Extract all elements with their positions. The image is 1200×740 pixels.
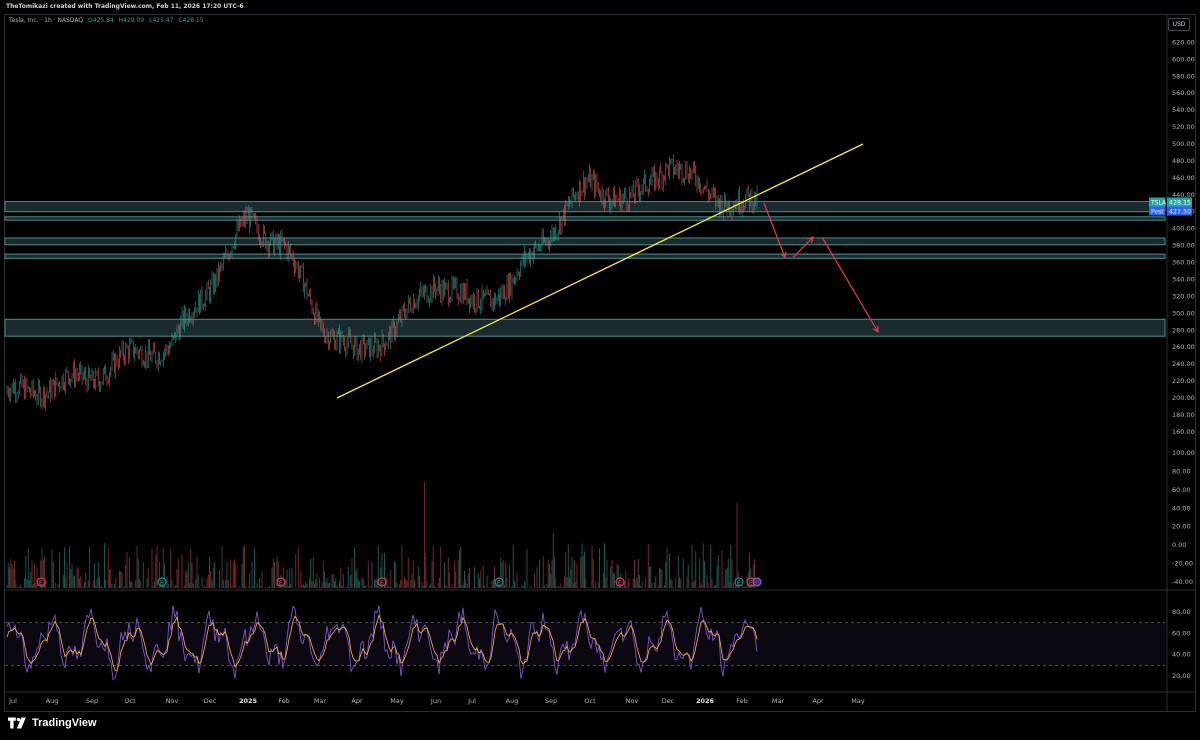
trendline [336, 143, 864, 399]
rsi-pane [5, 589, 1196, 681]
rsi-tick-label: 40.00 [1172, 651, 1191, 659]
forecast-arrow [821, 236, 879, 333]
time-tick-label: 2026 [696, 697, 715, 705]
rsi-tick-label: 80.00 [1172, 608, 1191, 616]
time-tick-label: Nov [626, 697, 639, 705]
price-tick-label: 480.00 [1172, 157, 1195, 165]
earnings-marker-label: E [737, 580, 741, 586]
forecast-arrows [763, 203, 879, 334]
price-tick-label: 520.00 [1172, 123, 1195, 131]
price-chart[interactable]: 620.00 600.00 580.00 560.00 540.00 520.00 500.… [0, 0, 1200, 712]
price-tick-label: 540.00 [1172, 106, 1195, 114]
price-zone [4, 237, 1166, 246]
time-tick-label: Apr [351, 697, 363, 705]
price-tick-label: 220.00 [1172, 377, 1195, 385]
time-tick-label: Aug [506, 697, 519, 705]
price-tick-label: 340.00 [1172, 275, 1195, 283]
price-tick-label: 320.00 [1172, 292, 1195, 300]
price-value: 428.15 [1169, 199, 1191, 206]
price-tick-label: 600.00 [1172, 55, 1195, 63]
price-tick-label: 360.00 [1172, 259, 1195, 267]
price-tag-name: TSLA [1150, 199, 1167, 206]
time-tick-label: Nov [166, 697, 179, 705]
price-tick-label: 620.00 [1172, 38, 1195, 46]
time-tick-label: Sep [545, 697, 557, 705]
volume-tick-label: -20.00 [1172, 560, 1193, 568]
price-labels: TSLA 428.15 Post 427.50 [1149, 197, 1192, 216]
price-tick-label: 460.00 [1172, 174, 1195, 182]
rsi-tick-label: 60.00 [1172, 629, 1191, 637]
time-tick-label: Oct [124, 697, 136, 705]
price-tick-label: 380.00 [1172, 242, 1195, 250]
price-zone [4, 318, 1166, 337]
volume-tick-label: 100.00 [1172, 449, 1195, 457]
price-tick-label: 180.00 [1172, 411, 1195, 419]
volume-tick-label: 60.00 [1172, 486, 1191, 494]
time-tick-label: May [851, 697, 865, 705]
earnings-marker-label: E [39, 580, 43, 586]
time-tick-label: Dec [204, 697, 217, 705]
time-tick-label: Feb [736, 697, 748, 705]
volume-pane [6, 482, 758, 588]
volume-tick-label: 80.00 [1172, 467, 1191, 475]
price-tick-label: 560.00 [1172, 89, 1195, 97]
volume-tick-label: 0.00 [1172, 541, 1186, 549]
support-resistance-zones [4, 201, 1166, 337]
price-zone [4, 216, 1166, 221]
price-tag-name: Post [1151, 208, 1164, 215]
candlestick-series [6, 154, 758, 412]
price-tick-label: 260.00 [1172, 343, 1195, 351]
volume-tick-label: 40.00 [1172, 504, 1191, 512]
price-tick-label: 500.00 [1172, 140, 1195, 148]
price-tick-label: 240.00 [1172, 360, 1195, 368]
rsi-tick-label: 20.00 [1172, 672, 1191, 680]
trendline-layer [336, 143, 864, 399]
earnings-marker-label: E [279, 580, 283, 586]
time-tick-label: Mar [314, 697, 327, 705]
price-zone [4, 201, 1166, 213]
rsi-band-fill [5, 622, 1165, 666]
time-axis: Jul Aug Sep Oct Nov Dec 2025 Feb Mar Apr May Jun Jul… [5, 691, 1196, 705]
price-zone [4, 253, 1166, 259]
tradingview-logo: TradingView [8, 717, 97, 729]
time-tick-label: Apr [812, 697, 824, 705]
price-tick-label: 300.00 [1172, 309, 1195, 317]
volume-axis: 100.00 80.00 60.00 40.00 20.00 0.00 -20.00 -40.… [1172, 449, 1195, 586]
time-tick-label: Jul [467, 697, 476, 705]
time-tick-label: 2025 [239, 697, 258, 705]
time-tick-label: Feb [278, 697, 290, 705]
rsi-axis: 80.00 60.00 40.00 20.00 [1172, 608, 1191, 680]
split-marker [752, 577, 762, 587]
time-tick-label: Jul [8, 697, 17, 705]
earnings-marker-label: E [618, 580, 622, 586]
time-tick-label: Aug [46, 697, 59, 705]
price-value: 427.50 [1169, 208, 1191, 215]
footer [0, 712, 1200, 740]
time-tick-label: Jun [430, 697, 441, 705]
earnings-marker-label: E [160, 580, 164, 586]
time-tick-label: Dec [662, 697, 675, 705]
price-tick-label: 580.00 [1172, 72, 1195, 80]
time-tick-label: Oct [584, 697, 596, 705]
earnings-marker-label: E [497, 580, 501, 586]
brand-name: TradingView [32, 717, 97, 729]
earnings-marker-label: E [749, 580, 753, 586]
price-tick-label: 200.00 [1172, 394, 1195, 402]
time-tick-label: May [390, 697, 404, 705]
volume-tick-label: -40.00 [1172, 578, 1193, 586]
price-tick-label: 400.00 [1172, 225, 1195, 233]
volume-tick-label: 20.00 [1172, 523, 1191, 531]
price-tick-label: 160.00 [1172, 428, 1195, 436]
price-tick-label: 280.00 [1172, 326, 1195, 334]
tradingview-logo-icon [8, 717, 26, 729]
time-tick-label: Mar [772, 697, 785, 705]
earnings-marker-label: E [380, 580, 384, 586]
time-tick-label: Sep [86, 697, 98, 705]
